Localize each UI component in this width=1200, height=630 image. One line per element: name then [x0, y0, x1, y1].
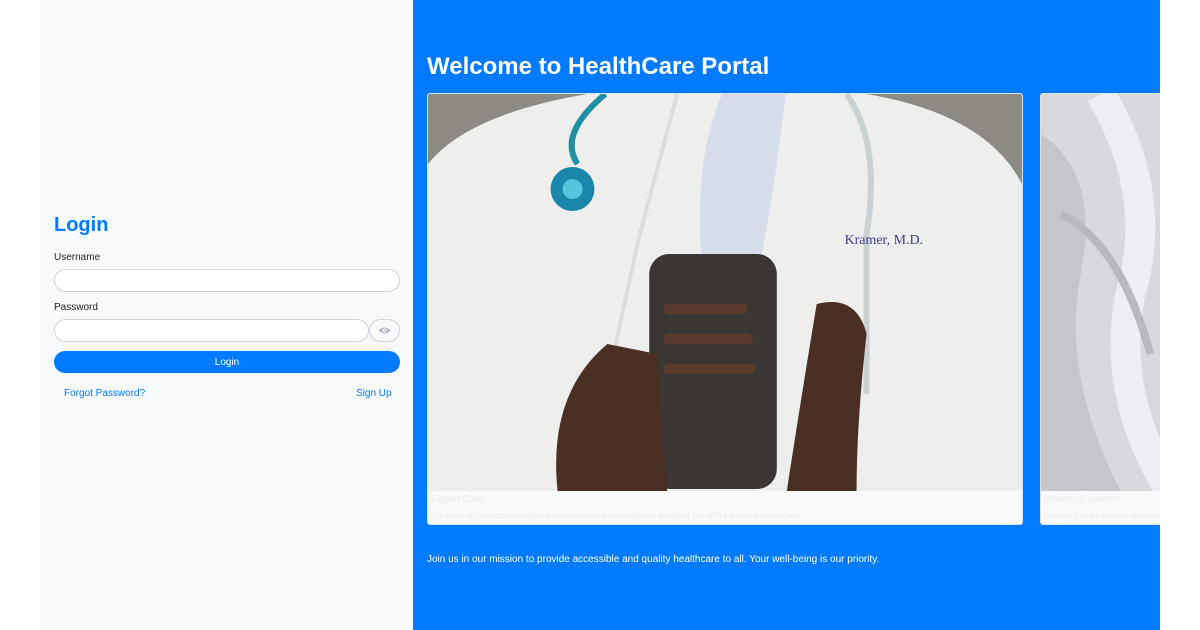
mission-text: Join us in our mission to provide access…	[427, 554, 880, 565]
card-modern-facilities: Modern Facilities State-of-the-art medic…	[1040, 93, 1160, 525]
card-title: Modern Facilities	[1044, 494, 1120, 505]
card-text: State-of-the-art medical facilities and …	[1044, 511, 1160, 520]
password-label: Password	[54, 302, 98, 313]
username-input[interactable]	[54, 269, 400, 292]
password-input[interactable]	[54, 319, 369, 342]
username-label: Username	[54, 252, 101, 263]
forgot-password-link[interactable]: Forgot Password?	[64, 388, 145, 399]
eye-icon	[378, 327, 391, 334]
login-panel: Login Username Password Login Forgot Pas…	[40, 0, 413, 630]
page: Login Username Password Login Forgot Pas…	[0, 0, 1200, 630]
card-title: Expert Care	[431, 494, 485, 505]
card-expert-care: Kramer, M.D. Expert Care Our team of ded…	[427, 93, 1023, 525]
welcome-title: Welcome to HealthCare Portal	[427, 53, 770, 80]
show-password-button[interactable]	[369, 319, 400, 342]
doctor-with-phone-photo: Kramer, M.D.	[428, 94, 1022, 491]
login-title: Login	[54, 214, 109, 236]
welcome-panel: Welcome to HealthCare Portal Kramer, M.D…	[413, 0, 1160, 630]
svg-text:Kramer, M.D.: Kramer, M.D.	[845, 233, 923, 248]
login-button[interactable]: Login	[54, 351, 400, 373]
patient-bed-photo	[1041, 94, 1160, 491]
card-text: Our team of dedicated healthcare profess…	[431, 511, 804, 520]
sign-up-link[interactable]: Sign Up	[356, 388, 392, 399]
